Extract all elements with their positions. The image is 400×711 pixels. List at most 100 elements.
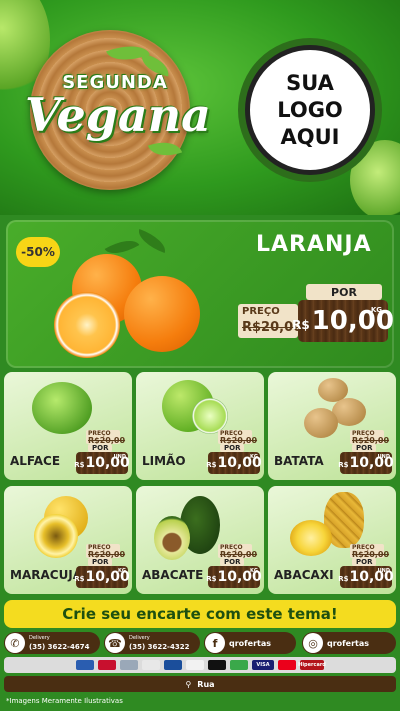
current-price-box: R$ 10,00 UND [338, 452, 394, 474]
currency-label: R$ [292, 318, 310, 332]
featured-product-panel: -50% LARANJA POR PREÇO R$20,00 R$ 10,00 … [6, 220, 394, 368]
featured-product-name: LARANJA [256, 232, 372, 257]
facebook-icon: f [205, 633, 225, 653]
currency-label: R$ [74, 461, 85, 469]
preco-label: PREÇO [242, 306, 280, 317]
contact-label: Delivery [29, 635, 50, 641]
current-price-box: R$ 10,00 KG [206, 452, 262, 474]
contact-phone: (35) 3622-4674 [29, 643, 90, 651]
card-icon [98, 660, 116, 670]
address-text: Rua [197, 679, 215, 689]
lettuce-image [32, 382, 92, 434]
pineapple-slice-image [290, 520, 332, 556]
card-icon [120, 660, 138, 670]
contact-text: Delivery (35) 3622-4674 [29, 634, 89, 652]
product-tile: LIMÃO PREÇO R$20,00 POR R$ 10,00 KG [136, 372, 264, 480]
product-tile: MARACUJÁ PREÇO R$20,00 POR R$ 10,00 KG [4, 486, 132, 594]
product-tile: ALFACE PREÇO R$20,00 POR R$ 10,00 UND [4, 372, 132, 480]
logo-line: LOGO [277, 97, 343, 122]
currency-label: R$ [206, 461, 217, 469]
unit-label: KG [370, 306, 382, 314]
contact-instagram[interactable]: ◎ qrofertas [302, 632, 396, 654]
location-pin-icon: ⚲ [185, 679, 192, 689]
product-name: MARACUJÁ [10, 568, 83, 582]
card-icon [230, 660, 248, 670]
product-name: LIMÃO [142, 454, 186, 468]
unit-label: KG [250, 568, 258, 574]
current-price-box: R$ 10,00 UND [74, 452, 130, 474]
logo-line: AQUI [280, 124, 340, 149]
por-label: POR [306, 284, 382, 300]
card-icon [186, 660, 204, 670]
featured-price-tag: POR PREÇO R$20,00 R$ 10,00 KG [238, 284, 394, 344]
unit-label: KG [250, 454, 258, 460]
old-price-tag: PREÇO R$20,00 [218, 430, 257, 445]
product-name: ABACAXI [274, 568, 334, 582]
address-bar: ⚲ Rua [4, 676, 396, 692]
potato-image [304, 408, 338, 438]
mastercard-icon [278, 660, 296, 670]
old-price-tag: PREÇO R$20,00 [86, 430, 125, 445]
unit-label: UND [377, 454, 390, 460]
product-name: ALFACE [10, 454, 61, 468]
por-label: POR [88, 558, 113, 566]
product-name: ABACATE [142, 568, 204, 582]
contact-phone: (35) 3622-4322 [129, 643, 190, 651]
logo-inner: SUA LOGO AQUI [245, 45, 375, 175]
cta-banner[interactable]: Crie seu encarte com este tema! [4, 600, 396, 628]
price-tag: PREÇO R$20,00 POR R$ 10,00 KG [74, 544, 130, 588]
card-icon [76, 660, 94, 670]
whatsapp-icon: ✆ [5, 633, 25, 653]
currency-label: R$ [338, 575, 349, 583]
contact-phone[interactable]: ☎ Delivery (35) 3622-4322 [104, 632, 200, 654]
por-label: POR [88, 444, 113, 452]
old-price-tag: PREÇO R$20,00 [86, 544, 125, 559]
instagram-handle: qrofertas [327, 638, 370, 648]
unit-label: UND [113, 454, 126, 460]
card-icon [164, 660, 182, 670]
currency-label: R$ [338, 461, 349, 469]
contacts-bar: ✆ Delivery (35) 3622-4674 ☎ Delivery (35… [4, 632, 396, 654]
leaf-icon [134, 228, 170, 254]
price-tag: PREÇO R$20,00 POR R$ 10,00 UND [338, 544, 394, 588]
contact-facebook[interactable]: f qrofertas [204, 632, 296, 654]
price-tag: PREÇO R$20,00 POR R$ 10,00 UND [338, 430, 394, 474]
old-price-tag: PREÇO R$20,00 [350, 430, 389, 445]
instagram-icon: ◎ [303, 633, 323, 653]
contact-whatsapp[interactable]: ✆ Delivery (35) 3622-4674 [4, 632, 100, 654]
phone-icon: ☎ [105, 633, 125, 653]
logo-placeholder: SUA LOGO AQUI [238, 38, 382, 182]
currency-label: R$ [74, 575, 85, 583]
discount-badge: -50% [16, 237, 60, 267]
por-label: POR [352, 444, 377, 452]
price-tag: PREÇO R$20,00 POR R$ 10,00 KG [206, 544, 262, 588]
old-price-tag: PREÇO R$20,00 [350, 544, 389, 559]
logo-line: SUA [286, 70, 334, 95]
payment-methods-bar: VISA Hipercard [4, 657, 396, 673]
disclaimer-note: *Imagens Meramente Ilustrativas [6, 697, 123, 705]
por-label: POR [220, 558, 245, 566]
por-label: POR [220, 444, 245, 452]
contact-label: Delivery [129, 635, 150, 641]
header-banner: SEGUNDA Vegana SUA LOGO AQUI [0, 0, 400, 215]
card-icon [142, 660, 160, 670]
current-price-box: R$ 10,00 KG [206, 566, 262, 588]
unit-label: UND [377, 568, 390, 574]
product-tile: ABACAXI PREÇO R$20,00 POR R$ 10,00 UND [268, 486, 396, 594]
facebook-handle: qrofertas [229, 638, 272, 648]
por-label: POR [352, 558, 377, 566]
price-tag: PREÇO R$20,00 POR R$ 10,00 KG [206, 430, 262, 474]
product-tile: BATATA PREÇO R$20,00 POR R$ 10,00 UND [268, 372, 396, 480]
title-main: Vegana [25, 88, 211, 142]
hipercard-icon: Hipercard [298, 660, 326, 670]
current-price-box: R$ 10,00 UND [338, 566, 394, 588]
contact-text: Delivery (35) 3622-4322 [129, 634, 189, 652]
price-tag: PREÇO R$20,00 POR R$ 10,00 UND [74, 430, 130, 474]
orange-image [124, 276, 200, 352]
old-price-tag: PREÇO R$20,00 [218, 544, 257, 559]
avocado-half-image [154, 516, 190, 560]
currency-label: R$ [206, 575, 217, 583]
lime-half-image [192, 398, 228, 434]
card-icon [208, 660, 226, 670]
current-price-box: R$ 10,00 KG [74, 566, 130, 588]
